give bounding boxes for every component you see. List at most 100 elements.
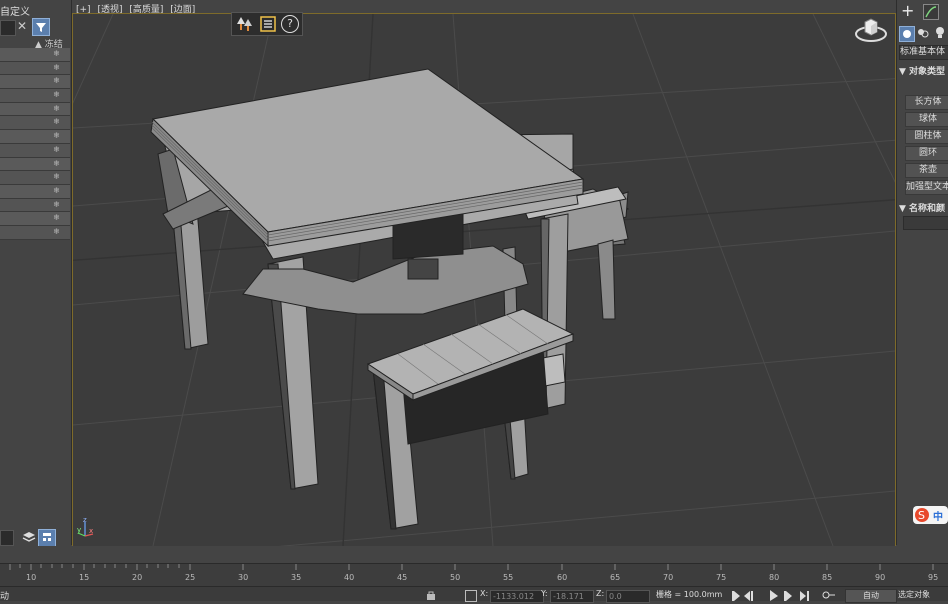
help-icon[interactable]: ? (281, 15, 299, 33)
scene-tree-icon[interactable] (236, 15, 254, 33)
list-item[interactable]: ❄ (0, 198, 70, 213)
freeze-toggle-icon[interactable]: ❄ (53, 131, 60, 140)
freeze-toggle-icon[interactable]: ❄ (53, 227, 60, 236)
modify-tab-icon[interactable] (923, 4, 939, 20)
tick-label: 10 (26, 573, 37, 582)
list-item[interactable]: ❄ (0, 171, 70, 185)
viewport-scene (73, 14, 895, 546)
list-item[interactable]: ❄ (0, 143, 70, 158)
sphere-button[interactable]: 球体 (905, 112, 948, 127)
z-coord-field[interactable]: 0.0 (606, 590, 650, 603)
freeze-toggle-icon[interactable]: ❄ (53, 76, 60, 85)
time-slider-bar[interactable] (0, 546, 948, 563)
y-coord-label: Y: (541, 589, 548, 598)
list-icon[interactable] (259, 15, 277, 33)
tick-label: 75 (716, 573, 727, 582)
tick-label: 25 (185, 573, 196, 582)
list-item[interactable]: ❄ (0, 212, 70, 226)
ime-label: 中 (933, 512, 943, 523)
tick-label: 80 (769, 573, 780, 582)
scene-object-list: ❄ ❄ ❄ ❄ ❄ ❄ ❄ ❄ ❄ ❄ ❄ ❄ ❄ ❄ (0, 48, 70, 240)
x-coord-label: X: (480, 589, 489, 598)
grid-size-readout: 栅格 = 100.0mm (656, 590, 723, 599)
axis-y-label: y (77, 526, 82, 534)
torus-button[interactable]: 圆环 (905, 146, 948, 161)
selection-dropdown[interactable]: 选定对象 (898, 589, 948, 601)
list-item[interactable]: ❄ (0, 102, 70, 117)
list-item[interactable]: ❄ (0, 89, 70, 103)
freeze-toggle-icon[interactable]: ❄ (53, 49, 60, 58)
axis-x-label: x (89, 527, 94, 535)
explorer-select-field[interactable] (0, 530, 14, 546)
freeze-toggle-icon[interactable]: ❄ (53, 104, 60, 113)
tick-label: 40 (344, 573, 355, 582)
playback-controls (732, 589, 812, 601)
svg-text:S: S (918, 509, 925, 522)
x-coord-field[interactable]: -1133.012 (490, 590, 544, 603)
tick-label: 30 (238, 573, 249, 582)
timeline-ruler[interactable]: 10 15 20 25 30 35 40 45 50 55 60 65 70 7… (0, 563, 948, 586)
cylinder-button[interactable]: 圆柱体 (905, 129, 948, 144)
y-coord-field[interactable]: -18.171 (550, 590, 594, 603)
list-item[interactable]: ❄ (0, 61, 70, 76)
scene-explorer-bottom-bar (0, 528, 70, 547)
list-item[interactable]: ❄ (0, 48, 70, 62)
rollout-object-type[interactable]: ▼ 对象类型 (899, 64, 945, 77)
command-panel: + 标准基本体 ▼ 对象类型 长方体 球体 圆柱体 圆环 茶壶 加强型文本 ▼ … (896, 0, 948, 545)
filter-icon[interactable] (32, 18, 50, 36)
tick-label: 35 (291, 573, 302, 582)
viewcube-icon[interactable] (851, 14, 891, 44)
list-item[interactable]: ❄ (0, 225, 70, 240)
ime-indicator[interactable]: S 中 (913, 505, 948, 525)
freeze-toggle-icon[interactable]: ❄ (53, 186, 60, 195)
tick-label: 45 (397, 573, 408, 582)
list-item[interactable]: ❄ (0, 157, 70, 172)
z-coord-label: Z: (596, 589, 605, 598)
tick-label: 55 (503, 573, 514, 582)
box-button[interactable]: 长方体 (905, 95, 948, 110)
tick-label: 50 (450, 573, 461, 582)
lights-icon[interactable] (934, 26, 946, 40)
list-item[interactable]: ❄ (0, 130, 70, 144)
tick-label: 90 (875, 573, 886, 582)
text-plus-button[interactable]: 加强型文本 (905, 180, 948, 195)
category-dropdown[interactable]: 标准基本体 (899, 45, 948, 60)
freeze-toggle-icon[interactable]: ❄ (53, 145, 60, 154)
create-tab-plus-icon[interactable]: + (901, 3, 914, 19)
key-icon[interactable] (822, 590, 836, 601)
freeze-toggle-icon[interactable]: ❄ (53, 90, 60, 99)
tick-label: 15 (79, 573, 90, 582)
teapot-button[interactable]: 茶壶 (905, 163, 948, 178)
freeze-toggle-icon[interactable]: ❄ (53, 63, 60, 72)
list-item[interactable]: ❄ (0, 75, 70, 90)
status-text: 动 (0, 592, 10, 602)
rollout-name-color[interactable]: ▼ 名称和颜 (899, 201, 945, 214)
freeze-toggle-icon[interactable]: ❄ (53, 172, 60, 181)
lock-icon[interactable] (424, 590, 438, 600)
auto-key-button[interactable]: 自动 (845, 589, 897, 603)
list-item[interactable]: ❄ (0, 116, 70, 131)
timeline-ticks-graphic (9, 564, 934, 570)
scene-explorer-panel: 自定义 ✕ ▲ 冻结 ❄ ❄ ❄ ❄ ❄ ❄ ❄ ❄ ❄ ❄ ❄ ❄ ❄ ❄ (0, 0, 72, 547)
freeze-toggle-icon[interactable]: ❄ (53, 213, 60, 222)
object-name-field[interactable] (903, 216, 948, 230)
freeze-toggle-icon[interactable]: ❄ (53, 200, 60, 209)
perspective-viewport[interactable]: z x y (72, 13, 896, 547)
tick-label: 65 (610, 573, 621, 582)
absolute-mode-icon[interactable] (465, 590, 477, 602)
tick-label: 20 (132, 573, 143, 582)
tick-label: 70 (663, 573, 674, 582)
list-item[interactable]: ❄ (0, 184, 70, 199)
clear-search-icon[interactable]: ✕ (17, 19, 27, 33)
geometry-icon[interactable] (899, 26, 915, 42)
layers-icon[interactable] (22, 530, 36, 544)
freeze-toggle-icon[interactable]: ❄ (53, 117, 60, 126)
shapes-icon[interactable] (917, 27, 929, 39)
tick-label: 85 (822, 573, 833, 582)
freeze-toggle-icon[interactable]: ❄ (53, 159, 60, 168)
status-bar: 动 X: -1133.012 Y: -18.171 Z: 0.0 栅格 = 10… (0, 586, 948, 603)
scene-search-input[interactable] (0, 20, 16, 36)
scene-explorer-header: 自定义 (0, 7, 30, 18)
axis-z-label: z (83, 516, 87, 524)
hierarchy-icon[interactable] (38, 529, 56, 547)
